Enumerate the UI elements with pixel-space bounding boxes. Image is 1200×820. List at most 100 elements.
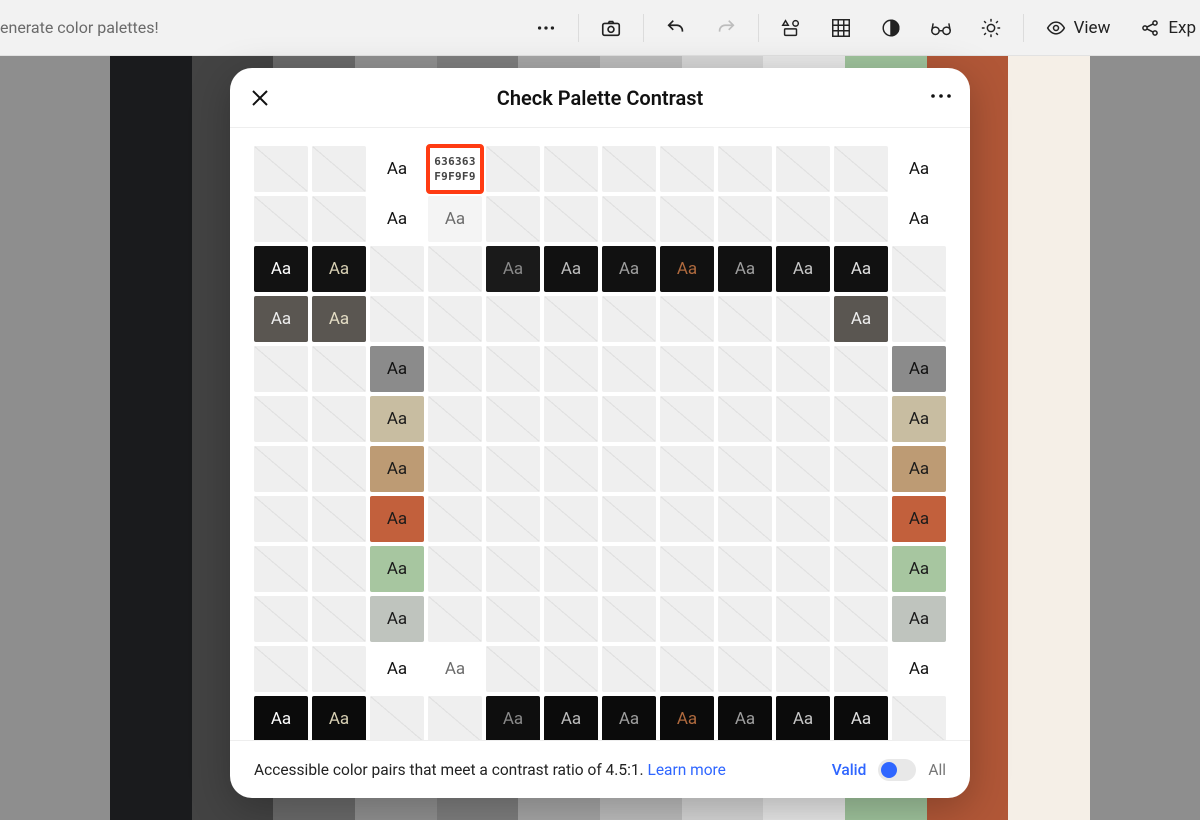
contrast-cell[interactable]: 636363F9F9F9: [428, 146, 482, 192]
contrast-cell[interactable]: Aa: [544, 246, 598, 292]
palette-stripe[interactable]: [110, 56, 192, 820]
contrast-cell: [254, 496, 308, 542]
contrast-cell[interactable]: Aa: [370, 196, 424, 242]
close-icon[interactable]: [248, 86, 272, 110]
contrast-cell[interactable]: Aa: [602, 246, 656, 292]
valid-filter-label[interactable]: Valid: [832, 761, 867, 779]
contrast-cell[interactable]: Aa: [892, 396, 946, 442]
contrast-cell[interactable]: Aa: [892, 446, 946, 492]
modal-title: Check Palette Contrast: [497, 86, 703, 110]
contrast-cell: [428, 296, 482, 342]
contrast-cell: [718, 196, 772, 242]
contrast-cell[interactable]: Aa: [892, 496, 946, 542]
contrast-cell[interactable]: Aa: [834, 246, 888, 292]
contrast-cell[interactable]: Aa: [370, 146, 424, 192]
contrast-cell[interactable]: Aa: [892, 196, 946, 242]
contrast-cell[interactable]: Aa: [428, 646, 482, 692]
contrast-sample-text: Aa: [561, 259, 581, 279]
contrast-cell[interactable]: Aa: [892, 546, 946, 592]
contrast-cell[interactable]: Aa: [312, 296, 366, 342]
contrast-cell: [718, 296, 772, 342]
contrast-sample-text: Aa: [387, 209, 407, 229]
contrast-sample-text: Aa: [735, 709, 755, 729]
contrast-cell[interactable]: Aa: [254, 296, 308, 342]
contrast-cell[interactable]: Aa: [254, 696, 308, 740]
contrast-sample-text: Aa: [503, 709, 523, 729]
contrast-sample-text: Aa: [851, 709, 871, 729]
undo-icon[interactable]: [654, 6, 698, 50]
contrast-cell[interactable]: Aa: [660, 696, 714, 740]
contrast-cell: [602, 196, 656, 242]
contrast-cell[interactable]: Aa: [370, 646, 424, 692]
export-button[interactable]: Exp: [1128, 6, 1196, 50]
contrast-cell: [254, 546, 308, 592]
contrast-cell[interactable]: Aa: [718, 696, 772, 740]
contrast-cell[interactable]: Aa: [892, 596, 946, 642]
contrast-sample-text: Aa: [793, 709, 813, 729]
contrast-cell[interactable]: Aa: [486, 696, 540, 740]
contrast-cell[interactable]: Aa: [428, 196, 482, 242]
contrast-cell[interactable]: Aa: [370, 346, 424, 392]
learn-more-link[interactable]: Learn more: [647, 761, 725, 779]
contrast-cell[interactable]: Aa: [776, 696, 830, 740]
contrast-cell[interactable]: Aa: [370, 396, 424, 442]
valid-all-toggle[interactable]: [878, 759, 916, 781]
contrast-cell: [776, 646, 830, 692]
modal-more-icon[interactable]: [930, 92, 952, 100]
contrast-sample-text: Aa: [735, 259, 755, 279]
contrast-cell: [544, 396, 598, 442]
contrast-cell[interactable]: Aa: [718, 246, 772, 292]
contrast-cell[interactable]: Aa: [892, 346, 946, 392]
sun-icon[interactable]: [969, 6, 1013, 50]
contrast-cell[interactable]: Aa: [370, 546, 424, 592]
contrast-cell[interactable]: Aa: [776, 246, 830, 292]
export-label: Exp: [1168, 18, 1196, 38]
contrast-sample-text: Aa: [619, 259, 639, 279]
contrast-cell: [660, 146, 714, 192]
contrast-cell[interactable]: Aa: [370, 496, 424, 542]
contrast-cell: [718, 596, 772, 642]
contrast-cell[interactable]: Aa: [312, 246, 366, 292]
footer-text: Accessible color pairs that meet a contr…: [254, 761, 726, 779]
contrast-cell[interactable]: Aa: [544, 696, 598, 740]
contrast-cell[interactable]: Aa: [370, 596, 424, 642]
highlight-bg-hex: F9F9F9: [434, 170, 476, 183]
contrast-cell: [428, 246, 482, 292]
contrast-cell: [486, 596, 540, 642]
contrast-cell: [312, 546, 366, 592]
all-filter-label[interactable]: All: [928, 761, 946, 779]
contrast-cell[interactable]: Aa: [254, 246, 308, 292]
contrast-cell: [776, 396, 830, 442]
contrast-sample-text: Aa: [387, 159, 407, 179]
palette-stripe[interactable]: [1008, 56, 1090, 820]
contrast-cell[interactable]: Aa: [892, 146, 946, 192]
contrast-sample-text: Aa: [387, 409, 407, 429]
shapes-icon[interactable]: [769, 6, 813, 50]
contrast-icon[interactable]: [869, 6, 913, 50]
contrast-cell: [602, 646, 656, 692]
contrast-cell: [312, 396, 366, 442]
redo-icon[interactable]: [704, 6, 748, 50]
contrast-cell: [486, 446, 540, 492]
contrast-cell: [312, 596, 366, 642]
contrast-sample-text: Aa: [503, 259, 523, 279]
camera-icon[interactable]: [589, 6, 633, 50]
contrast-cell[interactable]: Aa: [486, 246, 540, 292]
view-button[interactable]: View: [1034, 6, 1123, 50]
contrast-cell: [718, 446, 772, 492]
contrast-modal: Check Palette Contrast Aa636363F9F9F9AaA…: [230, 68, 970, 798]
contrast-cell[interactable]: Aa: [834, 696, 888, 740]
contrast-sample-text: Aa: [387, 359, 407, 379]
grid-icon[interactable]: [819, 6, 863, 50]
glasses-icon[interactable]: [919, 6, 963, 50]
contrast-cell[interactable]: Aa: [312, 696, 366, 740]
more-icon[interactable]: [524, 6, 568, 50]
contrast-cell[interactable]: Aa: [892, 646, 946, 692]
contrast-cell[interactable]: Aa: [370, 446, 424, 492]
contrast-cell[interactable]: Aa: [602, 696, 656, 740]
contrast-cell: [544, 346, 598, 392]
contrast-cell: [834, 546, 888, 592]
contrast-cell[interactable]: Aa: [834, 296, 888, 342]
contrast-cell: [602, 296, 656, 342]
contrast-cell[interactable]: Aa: [660, 246, 714, 292]
